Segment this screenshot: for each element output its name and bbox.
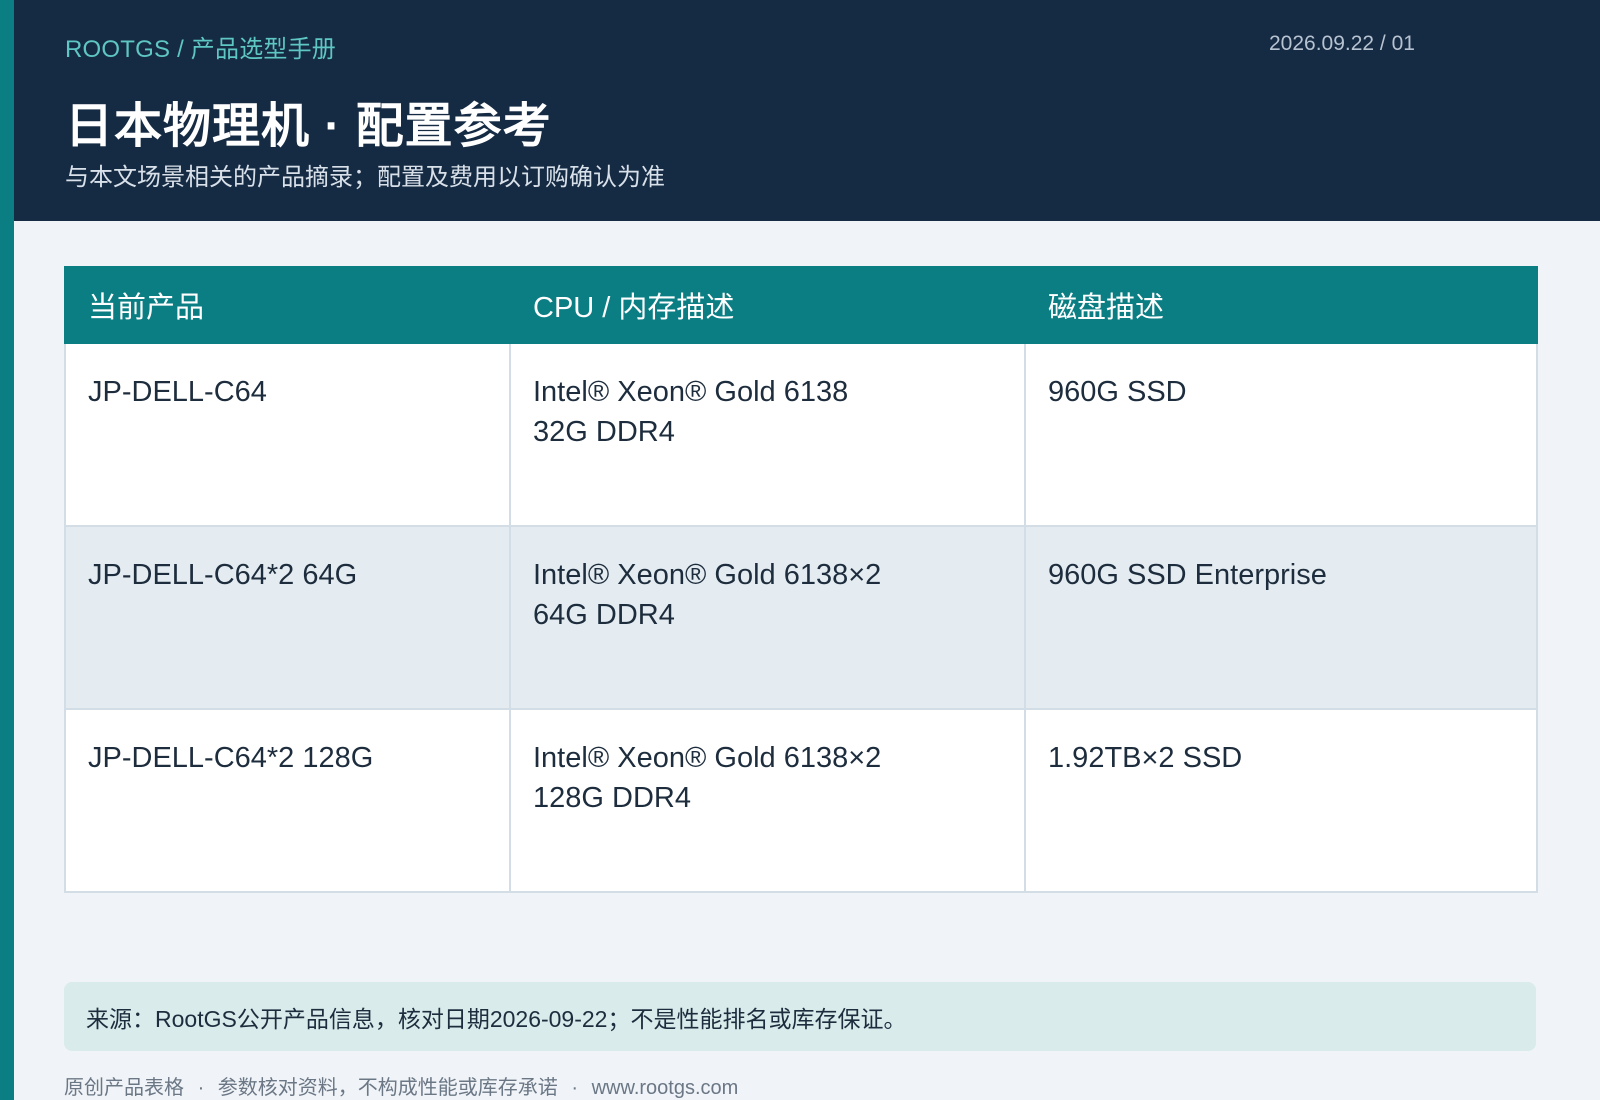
column-header-disk: 磁盘描述 [1024,266,1538,344]
page-header: ROOTGS / 产品选型手册 2026.09.22 / 01 日本物理机 · … [14,0,1600,221]
cpu-memory-cell: Intel® Xeon® Gold 6138 32G DDR4 [509,342,1026,527]
page-title: 日本物理机 · 配置参考 [65,100,552,153]
source-note: 来源：RootGS公开产品信息，核对日期2026-09-22；不是性能排名或库存… [64,982,1536,1051]
product-name: JP-DELL-C64*2 128G [88,742,374,774]
product-name: JP-DELL-C64*2 64G [88,559,358,591]
disk-spec: 960G SSD Enterprise [1048,559,1327,591]
footer-separator: · [197,1077,205,1099]
source-note-text: 来源：RootGS公开产品信息，核对日期2026-09-22；不是性能排名或库存… [86,1005,907,1032]
product-cell: JP-DELL-C64 [64,342,511,527]
cpu-memory-cell: Intel® Xeon® Gold 6138×2 64G DDR4 [509,525,1026,710]
cpu-spec: Intel® Xeon® Gold 6138×2 [533,742,882,774]
memory-spec: 64G DDR4 [533,599,675,631]
table-row: JP-DELL-C64*2 128G Intel® Xeon® Gold 613… [64,708,1538,893]
disk-spec: 1.92TB×2 SSD [1048,742,1243,774]
footer-website-link[interactable]: www.rootgs.com [592,1077,739,1099]
table-row: JP-DELL-C64 Intel® Xeon® Gold 6138 32G D… [64,342,1538,527]
footer-separator: · [571,1077,579,1099]
cpu-spec: Intel® Xeon® Gold 6138×2 [533,559,882,591]
product-name: JP-DELL-C64 [88,376,267,408]
footer-item: 原创产品表格 [64,1077,184,1099]
cpu-memory-cell: Intel® Xeon® Gold 6138×2 128G DDR4 [509,708,1026,893]
footer-item: 参数核对资料，不构成性能或库存承诺 [217,1077,558,1099]
disk-cell: 1.92TB×2 SSD [1024,708,1538,893]
disk-cell: 960G SSD Enterprise [1024,525,1538,710]
page-subtitle: 与本文场景相关的产品摘录；配置及费用以订购确认为准 [65,164,665,191]
column-header-cpu-memory: CPU / 内存描述 [509,266,1026,344]
product-cell: JP-DELL-C64*2 128G [64,708,511,893]
cpu-spec: Intel® Xeon® Gold 6138 [533,376,849,408]
memory-spec: 32G DDR4 [533,416,675,448]
disk-cell: 960G SSD [1024,342,1538,527]
document-date-stamp: 2026.09.22 / 01 [1269,32,1415,55]
accent-bar [0,0,14,1100]
breadcrumb: ROOTGS / 产品选型手册 [65,36,337,63]
product-spec-table: 当前产品 CPU / 内存描述 磁盘描述 JP-DELL-C64 Intel® … [64,266,1538,893]
column-header-product: 当前产品 [64,266,511,344]
table-header-row: 当前产品 CPU / 内存描述 磁盘描述 [64,266,1538,344]
memory-spec: 128G DDR4 [533,782,691,814]
page-footer: 原创产品表格 · 参数核对资料，不构成性能或库存承诺 · www.rootgs.… [64,1071,738,1100]
disk-spec: 960G SSD [1048,376,1187,408]
table-row: JP-DELL-C64*2 64G Intel® Xeon® Gold 6138… [64,525,1538,710]
product-cell: JP-DELL-C64*2 64G [64,525,511,710]
